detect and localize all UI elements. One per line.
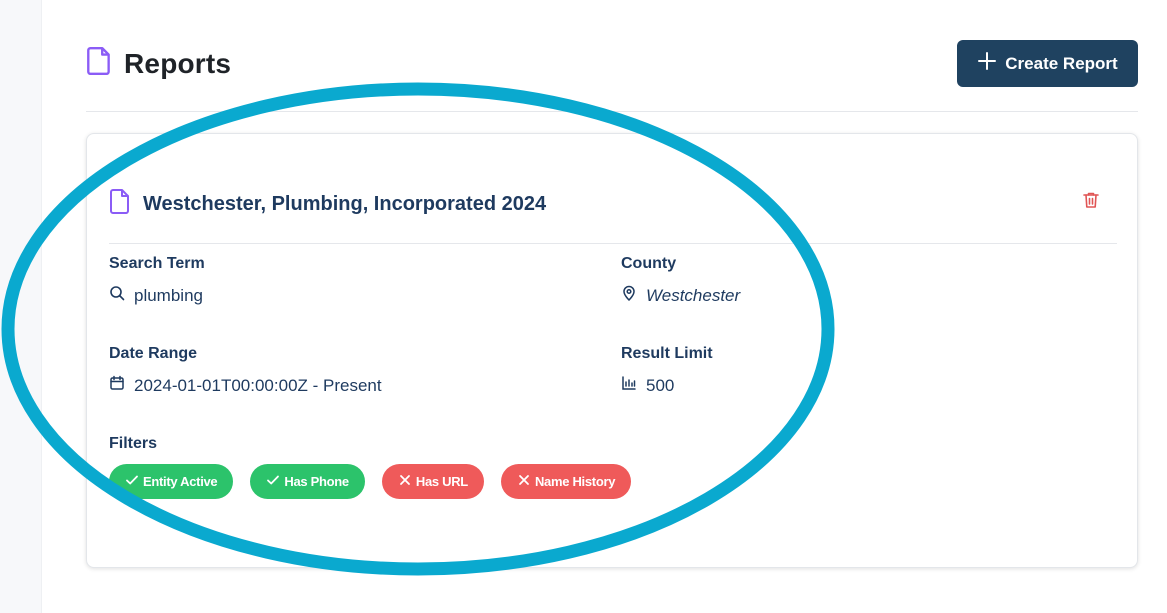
filter-chip-entity-active: Entity Active <box>109 464 234 499</box>
page-header: Reports Create Report <box>86 40 1138 88</box>
county-label: County <box>621 255 677 272</box>
search-term-label: Search Term <box>109 255 205 272</box>
filter-chip-label: Has URL <box>415 474 468 489</box>
delete-report-button[interactable] <box>1080 190 1102 212</box>
search-term-value-row: plumbing <box>109 285 203 306</box>
date-range-value-row: 2024-01-01T00:00:00Z - Present <box>109 375 382 396</box>
document-icon <box>86 46 112 81</box>
create-report-label: Create Report <box>1005 53 1118 73</box>
card-divider <box>109 243 1117 244</box>
result-limit-label: Result Limit <box>621 345 713 362</box>
check-icon <box>125 473 139 490</box>
plus-icon <box>977 51 997 76</box>
page-title-group: Reports <box>86 46 231 81</box>
result-limit-value: 500 <box>646 375 675 395</box>
create-report-button[interactable]: Create Report <box>957 40 1138 87</box>
left-sidebar-rail <box>0 0 42 613</box>
header-divider <box>86 111 1138 112</box>
map-pin-icon <box>621 285 637 306</box>
filter-chip-has-url: Has URL <box>381 464 484 499</box>
x-icon <box>398 473 412 490</box>
filters-label: Filters <box>109 435 158 452</box>
filter-chip-list: Entity Active Has Phone Has URL Name His… <box>109 464 632 499</box>
filter-chip-name-history: Name History <box>500 464 632 499</box>
search-term-value: plumbing <box>134 285 203 305</box>
filter-chip-has-phone: Has Phone <box>250 464 365 499</box>
report-card: Westchester, Plumbing, Incorporated 2024… <box>86 133 1138 568</box>
report-title-group: Westchester, Plumbing, Incorporated 2024 <box>109 188 546 220</box>
report-title: Westchester, Plumbing, Incorporated 2024 <box>143 192 547 215</box>
document-icon <box>109 188 131 220</box>
county-value: Westchester <box>646 285 741 305</box>
result-limit-value-row: 500 <box>621 375 674 396</box>
page-title: Reports <box>124 47 232 79</box>
check-icon <box>266 473 280 490</box>
filter-chip-label: Entity Active <box>143 474 218 489</box>
date-range-value: 2024-01-01T00:00:00Z - Present <box>134 375 382 395</box>
filter-chip-label: Name History <box>534 474 616 489</box>
date-range-label: Date Range <box>109 345 198 362</box>
calendar-icon <box>109 375 125 396</box>
filter-chip-label: Has Phone <box>284 474 349 489</box>
bar-chart-icon <box>621 375 637 396</box>
county-value-row: Westchester <box>621 285 740 306</box>
x-icon <box>517 473 531 490</box>
trash-icon <box>1081 192 1101 213</box>
search-icon <box>109 285 125 306</box>
